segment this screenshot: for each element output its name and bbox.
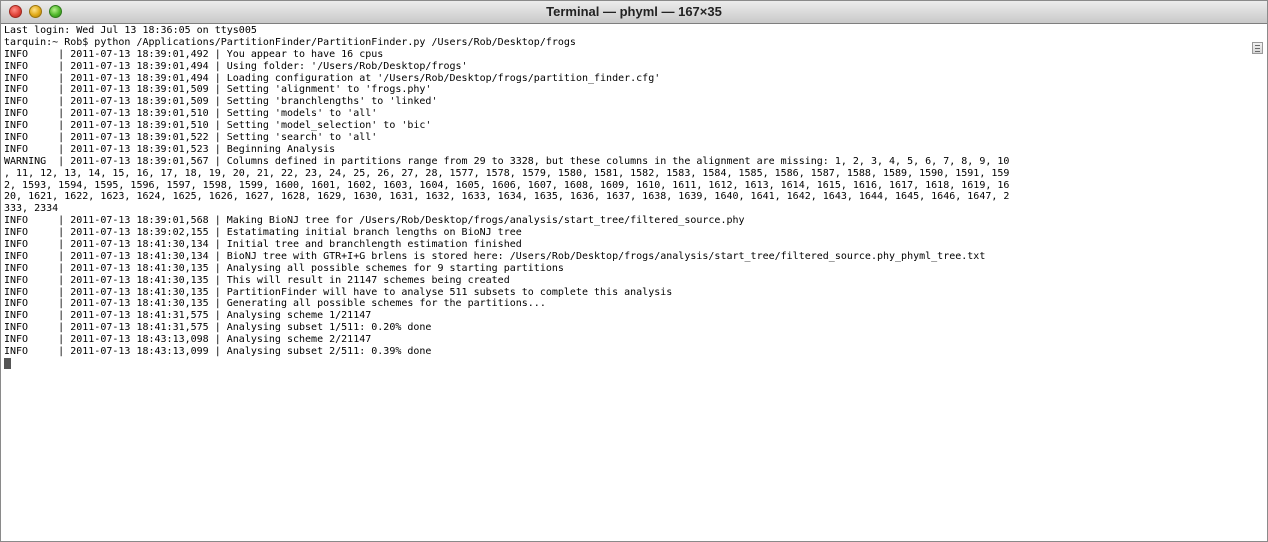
- terminal-line: INFO | 2011-07-13 18:41:31,575 | Analysi…: [4, 322, 432, 334]
- prompt-line: [4, 357, 1250, 370]
- terminal-line: INFO | 2011-07-13 18:41:31,575 | Analysi…: [4, 310, 372, 322]
- terminal-line: , 11, 12, 13, 14, 15, 16, 17, 18, 19, 20…: [4, 167, 1010, 179]
- terminal-line: INFO | 2011-07-13 18:39:01,494 | Using f…: [4, 60, 468, 72]
- terminal-line: tarquin:~ Rob$ python /Applications/Part…: [4, 36, 576, 48]
- window-title: Terminal — phyml — 167×35: [546, 4, 722, 19]
- terminal-line: INFO | 2011-07-13 18:41:30,135 | Partiti…: [4, 286, 673, 298]
- split-pane-icon[interactable]: [1252, 42, 1263, 54]
- terminal-line: INFO | 2011-07-13 18:39:01,494 | Loading…: [4, 72, 661, 84]
- terminal-line: INFO | 2011-07-13 18:41:30,134 | Initial…: [4, 239, 522, 251]
- terminal-window: Terminal — phyml — 167×35 Last login: We…: [0, 0, 1268, 542]
- terminal-line: INFO | 2011-07-13 18:39:01,510 | Setting…: [4, 120, 432, 132]
- terminal-line: 20, 1621, 1622, 1623, 1624, 1625, 1626, …: [4, 191, 1010, 203]
- terminal-line: INFO | 2011-07-13 18:43:13,098 | Analysi…: [4, 334, 372, 346]
- terminal-line: 333, 2334: [4, 203, 59, 215]
- terminal-line: WARNING | 2011-07-13 18:39:01,567 | Colu…: [4, 155, 1010, 167]
- terminal-line: INFO | 2011-07-13 18:39:01,492 | You app…: [4, 48, 384, 60]
- terminal-lines: Last login: Wed Jul 13 18:36:05 on ttys0…: [4, 25, 1250, 358]
- cursor: [4, 357, 11, 369]
- terminal-line: INFO | 2011-07-13 18:41:30,135 | Analysi…: [4, 262, 564, 274]
- terminal-line: INFO | 2011-07-13 18:41:30,135 | This wi…: [4, 274, 510, 286]
- terminal-line: INFO | 2011-07-13 18:41:30,135 | Generat…: [4, 298, 546, 310]
- title-bar[interactable]: Terminal — phyml — 167×35: [1, 1, 1267, 24]
- terminal-line: INFO | 2011-07-13 18:39:02,155 | Estatim…: [4, 227, 522, 239]
- terminal-line: INFO | 2011-07-13 18:39:01,510 | Setting…: [4, 108, 378, 120]
- terminal-line: INFO | 2011-07-13 18:39:01,522 | Setting…: [4, 132, 378, 144]
- terminal-line: INFO | 2011-07-13 18:43:13,099 | Analysi…: [4, 346, 432, 358]
- terminal-line: INFO | 2011-07-13 18:39:01,509 | Setting…: [4, 96, 438, 108]
- terminal-line: INFO | 2011-07-13 18:39:01,568 | Making …: [4, 215, 745, 227]
- terminal-output[interactable]: Last login: Wed Jul 13 18:36:05 on ttys0…: [4, 25, 1250, 539]
- terminal-line: INFO | 2011-07-13 18:39:01,523 | Beginni…: [4, 143, 336, 155]
- terminal-line: INFO | 2011-07-13 18:39:01,509 | Setting…: [4, 84, 432, 96]
- terminal-line: INFO | 2011-07-13 18:41:30,134 | BioNJ t…: [4, 250, 986, 262]
- terminal-line: 2, 1593, 1594, 1595, 1596, 1597, 1598, 1…: [4, 179, 1010, 191]
- terminal-line: Last login: Wed Jul 13 18:36:05 on ttys0…: [4, 25, 257, 36]
